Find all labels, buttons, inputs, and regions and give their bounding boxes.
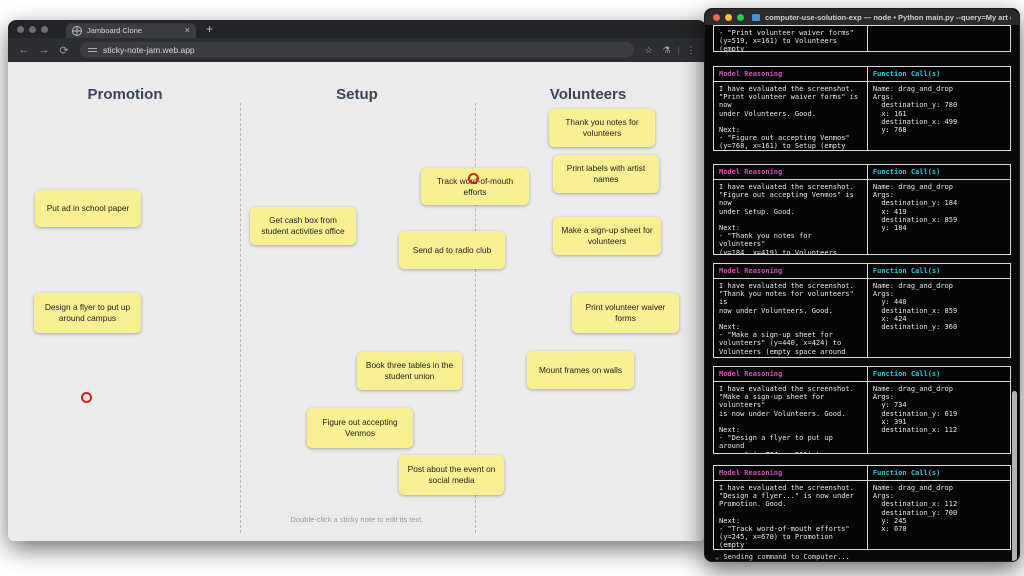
sticky-note[interactable]: Book three tables in the student union <box>357 352 462 390</box>
experiments-beaker-icon[interactable]: ⚗ <box>660 45 674 56</box>
maximize-window-button[interactable] <box>737 14 744 21</box>
column-heading-volunteers: Volunteers <box>550 86 626 103</box>
maximize-window-button[interactable] <box>41 26 48 33</box>
function-call-text: Name: drag_and_drop Args: y: 734 destina… <box>868 382 1010 453</box>
reload-button[interactable]: ⟳ <box>56 44 72 57</box>
agent-log-panel: Model ReasoningFunction Call(s)I have ev… <box>713 366 1011 454</box>
agent-log-panel-partial: - "Print volunteer waiver forms" (y=519,… <box>713 25 1011 52</box>
minimize-window-button[interactable] <box>725 14 732 21</box>
model-reasoning-text: I have evaluated the screenshot. "Design… <box>714 481 868 549</box>
column-heading-setup: Setup <box>336 86 378 103</box>
site-settings-icon[interactable] <box>88 46 97 54</box>
function-call-text: Name: drag_and_drop Args: destination_x:… <box>868 481 1010 549</box>
model-reasoning-text: I have evaluated the screenshot. "Thank … <box>714 279 868 357</box>
forward-button[interactable]: → <box>36 44 52 56</box>
terminal-window: computer-use-solution-exp — node • Pytho… <box>704 8 1020 562</box>
column-divider <box>240 103 241 533</box>
bookmark-star-icon[interactable]: ☆ <box>642 45 656 56</box>
terminal-title: computer-use-solution-exp — node • Pytho… <box>765 13 1011 22</box>
board-hint-text: Double-click a sticky note to edit its t… <box>291 515 424 524</box>
function-call-text: Name: drag_and_drop Args: y: 440 destina… <box>868 279 1010 357</box>
browser-tab-strip: Jamboard Clone × + <box>8 20 706 38</box>
agent-log-panel: Model ReasoningFunction Call(s)I have ev… <box>713 465 1011 550</box>
sticky-note[interactable]: Put ad in school paper <box>35 190 141 227</box>
sticky-note[interactable]: Print labels with artist names <box>553 155 659 193</box>
terminal-scrollbar[interactable] <box>1012 391 1017 562</box>
sticky-note[interactable]: Print volunteer waiver forms <box>572 293 679 333</box>
browser-toolbar: ← → ⟳ sticky-note-jam.web.app ☆ ⚗ | ⋮ <box>8 38 706 62</box>
function-call-text <box>868 26 1010 51</box>
model-reasoning-header: Model Reasoning <box>714 67 868 81</box>
terminal-proxy-icon <box>752 14 760 21</box>
model-reasoning-header: Model Reasoning <box>714 165 868 179</box>
click-marker-icon <box>468 173 479 184</box>
sticky-note[interactable]: Figure out accepting Venmos <box>307 408 413 448</box>
click-marker-icon <box>81 392 92 403</box>
minimize-window-button[interactable] <box>29 26 36 33</box>
globe-favicon-icon <box>72 26 82 36</box>
new-tab-button[interactable]: + <box>206 23 213 35</box>
model-reasoning-header: Model Reasoning <box>714 466 868 480</box>
browser-window-controls[interactable] <box>17 26 48 33</box>
back-button[interactable]: ← <box>16 44 32 56</box>
sticky-note[interactable]: Get cash box from student activities off… <box>250 207 356 245</box>
close-window-button[interactable] <box>713 14 720 21</box>
column-heading-promotion: Promotion <box>88 86 163 103</box>
model-reasoning-header: Model Reasoning <box>714 367 868 381</box>
sticky-note[interactable]: Make a sign-up sheet for volunteers <box>553 217 661 255</box>
agent-log-panel: Model ReasoningFunction Call(s)I have ev… <box>713 164 1011 255</box>
model-reasoning-header: Model Reasoning <box>714 264 868 278</box>
function-calls-header: Function Call(s) <box>868 67 1010 81</box>
model-reasoning-text: - "Print volunteer waiver forms" (y=519,… <box>714 26 868 51</box>
function-call-text: Name: drag_and_drop Args: destination_y:… <box>868 82 1010 150</box>
function-call-text: Name: drag_and_drop Args: destination_y:… <box>868 180 1010 254</box>
tab-jamboard-clone[interactable]: Jamboard Clone × <box>66 23 196 38</box>
agent-log-panel: Model ReasoningFunction Call(s)I have ev… <box>713 263 1011 358</box>
tab-title: Jamboard Clone <box>87 26 180 35</box>
model-reasoning-text: I have evaluated the screenshot. "Print … <box>714 82 868 150</box>
model-reasoning-text: I have evaluated the screenshot. "Make a… <box>714 382 868 453</box>
model-reasoning-text: I have evaluated the screenshot. "Figure… <box>714 180 868 254</box>
tab-close-icon[interactable]: × <box>185 26 190 35</box>
function-calls-header: Function Call(s) <box>868 466 1010 480</box>
sticky-note[interactable]: Send ad to radio club <box>399 231 505 269</box>
sticky-note[interactable]: Thank you notes for volunteers <box>549 109 655 147</box>
sticky-note[interactable]: Design a flyer to put up around campus <box>34 293 141 333</box>
terminal-status-line: ⌄ Sending command to Computer... <box>715 553 850 561</box>
sticky-note[interactable]: Post about the event on social media <box>399 455 504 495</box>
close-window-button[interactable] <box>17 26 24 33</box>
function-calls-header: Function Call(s) <box>868 367 1010 381</box>
browser-window: Jamboard Clone × + ← → ⟳ sticky-note-jam… <box>8 20 706 541</box>
kebab-menu-icon[interactable]: ⋮ <box>684 45 698 56</box>
toolbar-divider: | <box>678 45 680 55</box>
function-calls-header: Function Call(s) <box>868 165 1010 179</box>
sticky-note[interactable]: Mount frames on walls <box>527 351 634 389</box>
agent-log-panel: Model ReasoningFunction Call(s)I have ev… <box>713 66 1011 151</box>
url-text: sticky-note-jam.web.app <box>103 45 195 55</box>
terminal-title-bar: computer-use-solution-exp — node • Pytho… <box>705 9 1019 25</box>
address-bar[interactable]: sticky-note-jam.web.app <box>80 42 634 58</box>
function-calls-header: Function Call(s) <box>868 264 1010 278</box>
sticky-note-board[interactable]: Promotion Setup Volunteers Put ad in schoo… <box>8 62 706 541</box>
